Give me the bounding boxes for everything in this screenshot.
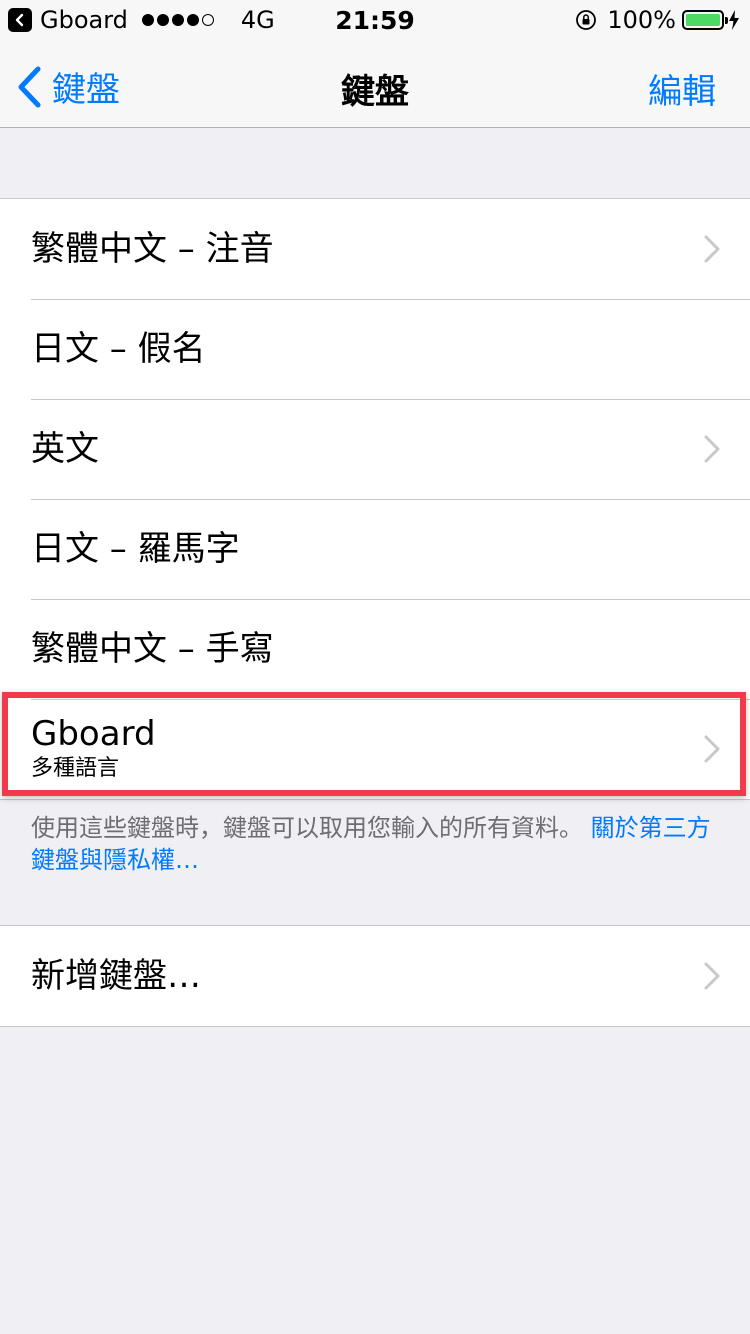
keyboard-item-label: 英文 [31, 429, 99, 469]
keyboard-item-subtitle: 多種語言 [31, 756, 120, 781]
status-bar: Gboard 4G 21:59 100% [0, 0, 750, 40]
navigation-bar: 鍵盤 鍵盤 編輯 [0, 40, 750, 128]
status-right: 100% [575, 6, 740, 34]
add-keyboard-group: 新增鍵盤… [0, 925, 750, 1027]
chevron-right-icon [704, 962, 720, 990]
chevron-right-icon [704, 435, 720, 463]
keyboard-item-gboard[interactable]: Gboard 多種語言 [0, 699, 750, 799]
add-keyboard-button[interactable]: 新增鍵盤… [0, 926, 750, 1026]
orientation-lock-icon [575, 9, 597, 31]
add-keyboard-label: 新增鍵盤… [31, 956, 201, 996]
keyboard-list: 繁體中文 – 注音 日文 – 假名 英文 日文 – 羅馬字 繁體中文 – 手寫 … [0, 198, 750, 800]
charging-bolt-icon [728, 10, 740, 30]
keyboard-item-english[interactable]: 英文 [0, 399, 750, 499]
keyboard-item-label: 繁體中文 – 注音 [31, 229, 274, 269]
privacy-footer-note: 使用這些鍵盤時，鍵盤可以取用您輸入的所有資料。 關於第三方鍵盤與隱私權… [31, 812, 721, 876]
chevron-right-icon [704, 735, 720, 763]
keyboard-item-label: 日文 – 假名 [31, 329, 206, 369]
keyboard-item-zhuyin[interactable]: 繁體中文 – 注音 [0, 199, 750, 299]
edit-button[interactable]: 編輯 [648, 64, 716, 113]
battery-icon [682, 10, 728, 30]
keyboard-item-japanese-kana[interactable]: 日文 – 假名 [0, 299, 750, 399]
chevron-right-icon [704, 235, 720, 263]
keyboard-item-label: 繁體中文 – 手寫 [31, 629, 274, 669]
keyboard-item-label: Gboard [31, 714, 156, 754]
battery-percent: 100% [607, 6, 676, 34]
keyboard-item-japanese-romaji[interactable]: 日文 – 羅馬字 [0, 499, 750, 599]
privacy-note-text: 使用這些鍵盤時，鍵盤可以取用您輸入的所有資料。 [31, 814, 583, 842]
keyboard-item-label: 日文 – 羅馬字 [31, 529, 240, 569]
keyboard-item-handwriting[interactable]: 繁體中文 – 手寫 [0, 599, 750, 699]
page-title: 鍵盤 [341, 72, 409, 112]
